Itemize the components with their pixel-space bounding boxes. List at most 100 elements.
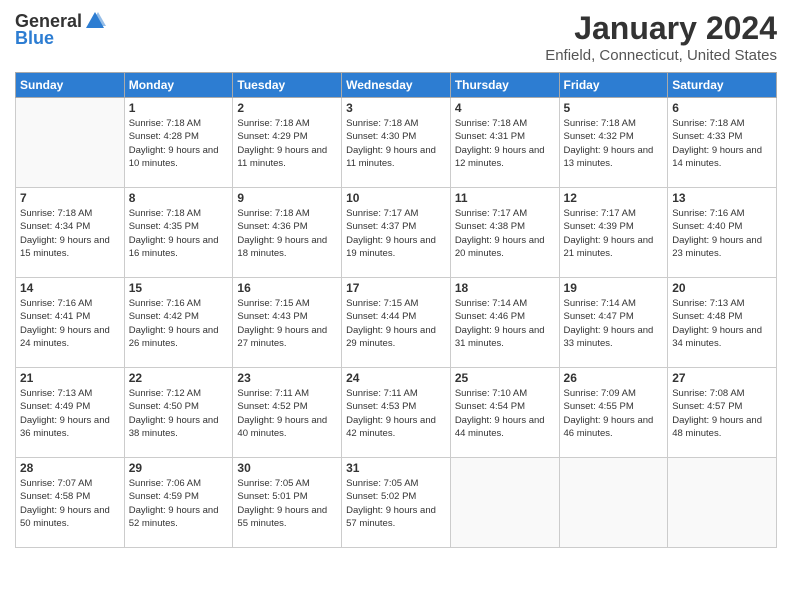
- calendar-cell: 7 Sunrise: 7:18 AMSunset: 4:34 PMDaylight…: [16, 188, 125, 278]
- cell-info: Sunrise: 7:11 AMSunset: 4:52 PMDaylight:…: [237, 387, 337, 440]
- weekday-header-monday: Monday: [124, 73, 233, 98]
- day-number: 1: [129, 101, 229, 115]
- cell-info: Sunrise: 7:18 AMSunset: 4:31 PMDaylight:…: [455, 117, 555, 170]
- cell-info: Sunrise: 7:16 AMSunset: 4:40 PMDaylight:…: [672, 207, 772, 260]
- calendar-week-row: 14 Sunrise: 7:16 AMSunset: 4:41 PMDayligh…: [16, 278, 777, 368]
- cell-info: Sunrise: 7:16 AMSunset: 4:41 PMDaylight:…: [20, 297, 120, 350]
- calendar-cell: 22Sunrise: 7:12 AMSunset: 4:50 PMDayligh…: [124, 368, 233, 458]
- day-number: 26: [564, 371, 664, 385]
- cell-info: Sunrise: 7:15 AMSunset: 4:43 PMDaylight:…: [237, 297, 337, 350]
- calendar-cell: 8Sunrise: 7:18 AMSunset: 4:35 PMDaylight…: [124, 188, 233, 278]
- day-number: 13: [672, 191, 772, 205]
- calendar-cell: 24 Sunrise: 7:11 AMSunset: 4:53 PMDayligh…: [342, 368, 451, 458]
- cell-info: Sunrise: 7:17 AMSunset: 4:39 PMDaylight:…: [564, 207, 664, 260]
- weekday-header-saturday: Saturday: [668, 73, 777, 98]
- page-header: General Blue January 2024 Enfield, Conne…: [15, 10, 777, 64]
- cell-info: Sunrise: 7:05 AMSunset: 5:02 PMDaylight:…: [346, 477, 446, 530]
- calendar-cell: 16 Sunrise: 7:15 AMSunset: 4:43 PMDayligh…: [233, 278, 342, 368]
- calendar-title-area: January 2024 Enfield, Connecticut, Unite…: [545, 10, 777, 64]
- day-number: 11: [455, 191, 555, 205]
- day-number: 5: [564, 101, 664, 115]
- day-number: 16: [237, 281, 337, 295]
- day-number: 6: [672, 101, 772, 115]
- cell-info: Sunrise: 7:13 AMSunset: 4:48 PMDaylight:…: [672, 297, 772, 350]
- day-number: 21: [20, 371, 120, 385]
- calendar-week-row: 1 Sunrise: 7:18 AMSunset: 4:28 PMDaylight…: [16, 98, 777, 188]
- day-number: 29: [129, 461, 229, 475]
- weekday-header-tuesday: Tuesday: [233, 73, 342, 98]
- cell-info: Sunrise: 7:07 AMSunset: 4:58 PMDaylight:…: [20, 477, 120, 530]
- weekday-header-wednesday: Wednesday: [342, 73, 451, 98]
- day-number: 12: [564, 191, 664, 205]
- cell-info: Sunrise: 7:08 AMSunset: 4:57 PMDaylight:…: [672, 387, 772, 440]
- calendar-cell: [559, 458, 668, 548]
- calendar-cell: 20Sunrise: 7:13 AMSunset: 4:48 PMDayligh…: [668, 278, 777, 368]
- cell-info: Sunrise: 7:17 AMSunset: 4:37 PMDaylight:…: [346, 207, 446, 260]
- cell-info: Sunrise: 7:14 AMSunset: 4:47 PMDaylight:…: [564, 297, 664, 350]
- day-number: 24: [346, 371, 446, 385]
- calendar-cell: 3 Sunrise: 7:18 AMSunset: 4:30 PMDaylight…: [342, 98, 451, 188]
- day-number: 3: [346, 101, 446, 115]
- calendar-cell: 12 Sunrise: 7:17 AMSunset: 4:39 PMDayligh…: [559, 188, 668, 278]
- day-number: 18: [455, 281, 555, 295]
- calendar-cell: 5Sunrise: 7:18 AMSunset: 4:32 PMDaylight…: [559, 98, 668, 188]
- weekday-header-sunday: Sunday: [16, 73, 125, 98]
- day-number: 30: [237, 461, 337, 475]
- cell-info: Sunrise: 7:16 AMSunset: 4:42 PMDaylight:…: [129, 297, 229, 350]
- day-number: 7: [20, 191, 120, 205]
- calendar-cell: 15 Sunrise: 7:16 AMSunset: 4:42 PMDayligh…: [124, 278, 233, 368]
- day-number: 19: [564, 281, 664, 295]
- cell-info: Sunrise: 7:11 AMSunset: 4:53 PMDaylight:…: [346, 387, 446, 440]
- cell-info: Sunrise: 7:18 AMSunset: 4:28 PMDaylight:…: [129, 117, 229, 170]
- calendar-table: SundayMondayTuesdayWednesdayThursdayFrid…: [15, 72, 777, 548]
- day-number: 10: [346, 191, 446, 205]
- calendar-cell: [668, 458, 777, 548]
- calendar-cell: 19 Sunrise: 7:14 AMSunset: 4:47 PMDayligh…: [559, 278, 668, 368]
- cell-info: Sunrise: 7:18 AMSunset: 4:34 PMDaylight:…: [20, 207, 120, 260]
- cell-info: Sunrise: 7:18 AMSunset: 4:30 PMDaylight:…: [346, 117, 446, 170]
- day-number: 15: [129, 281, 229, 295]
- calendar-cell: 6Sunrise: 7:18 AMSunset: 4:33 PMDaylight…: [668, 98, 777, 188]
- cell-info: Sunrise: 7:18 AMSunset: 4:36 PMDaylight:…: [237, 207, 337, 260]
- calendar-cell: 11 Sunrise: 7:17 AMSunset: 4:38 PMDayligh…: [450, 188, 559, 278]
- cell-info: Sunrise: 7:18 AMSunset: 4:35 PMDaylight:…: [129, 207, 229, 260]
- calendar-week-row: 21Sunrise: 7:13 AMSunset: 4:49 PMDayligh…: [16, 368, 777, 458]
- day-number: 25: [455, 371, 555, 385]
- calendar-cell: 2Sunrise: 7:18 AMSunset: 4:29 PMDaylight…: [233, 98, 342, 188]
- calendar-week-row: 7 Sunrise: 7:18 AMSunset: 4:34 PMDaylight…: [16, 188, 777, 278]
- logo-icon: [84, 10, 106, 32]
- day-number: 14: [20, 281, 120, 295]
- calendar-cell: 25 Sunrise: 7:10 AMSunset: 4:54 PMDayligh…: [450, 368, 559, 458]
- cell-info: Sunrise: 7:09 AMSunset: 4:55 PMDaylight:…: [564, 387, 664, 440]
- calendar-cell: 9 Sunrise: 7:18 AMSunset: 4:36 PMDaylight…: [233, 188, 342, 278]
- calendar-cell: [450, 458, 559, 548]
- logo-blue-text: Blue: [15, 28, 54, 49]
- calendar-cell: 10 Sunrise: 7:17 AMSunset: 4:37 PMDayligh…: [342, 188, 451, 278]
- day-number: 23: [237, 371, 337, 385]
- calendar-cell: 14 Sunrise: 7:16 AMSunset: 4:41 PMDayligh…: [16, 278, 125, 368]
- cell-info: Sunrise: 7:15 AMSunset: 4:44 PMDaylight:…: [346, 297, 446, 350]
- cell-info: Sunrise: 7:18 AMSunset: 4:29 PMDaylight:…: [237, 117, 337, 170]
- calendar-cell: 17 Sunrise: 7:15 AMSunset: 4:44 PMDayligh…: [342, 278, 451, 368]
- weekday-header-thursday: Thursday: [450, 73, 559, 98]
- cell-info: Sunrise: 7:17 AMSunset: 4:38 PMDaylight:…: [455, 207, 555, 260]
- location-title: Enfield, Connecticut, United States: [545, 47, 777, 64]
- calendar-cell: 13 Sunrise: 7:16 AMSunset: 4:40 PMDayligh…: [668, 188, 777, 278]
- day-number: 27: [672, 371, 772, 385]
- day-number: 28: [20, 461, 120, 475]
- day-number: 22: [129, 371, 229, 385]
- calendar-cell: 29Sunrise: 7:06 AMSunset: 4:59 PMDayligh…: [124, 458, 233, 548]
- cell-info: Sunrise: 7:10 AMSunset: 4:54 PMDaylight:…: [455, 387, 555, 440]
- calendar-cell: 27 Sunrise: 7:08 AMSunset: 4:57 PMDayligh…: [668, 368, 777, 458]
- calendar-cell: 31Sunrise: 7:05 AMSunset: 5:02 PMDayligh…: [342, 458, 451, 548]
- calendar-cell: 30Sunrise: 7:05 AMSunset: 5:01 PMDayligh…: [233, 458, 342, 548]
- cell-info: Sunrise: 7:14 AMSunset: 4:46 PMDaylight:…: [455, 297, 555, 350]
- month-title: January 2024: [545, 10, 777, 47]
- calendar-cell: [16, 98, 125, 188]
- calendar-cell: 4Sunrise: 7:18 AMSunset: 4:31 PMDaylight…: [450, 98, 559, 188]
- day-number: 17: [346, 281, 446, 295]
- calendar-cell: 1 Sunrise: 7:18 AMSunset: 4:28 PMDaylight…: [124, 98, 233, 188]
- day-number: 9: [237, 191, 337, 205]
- calendar-cell: 26 Sunrise: 7:09 AMSunset: 4:55 PMDayligh…: [559, 368, 668, 458]
- calendar-cell: 23 Sunrise: 7:11 AMSunset: 4:52 PMDayligh…: [233, 368, 342, 458]
